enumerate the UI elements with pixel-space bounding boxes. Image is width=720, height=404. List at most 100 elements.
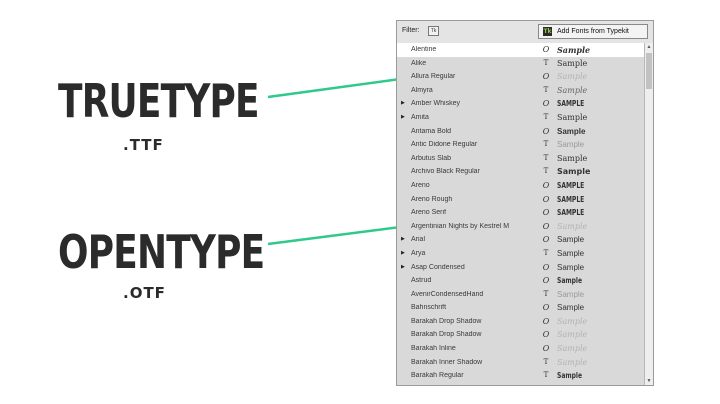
truetype-extension: .TTF (123, 136, 164, 154)
font-sample: Sample (557, 330, 588, 340)
filter-bar: Filter: Tk Tk Add Fonts from Typekit (397, 21, 653, 43)
opentype-icon: O (542, 180, 550, 190)
font-list-item[interactable]: AvenirCondensedHand T Sample (397, 288, 644, 302)
font-list-item[interactable]: Antama Bold O Sample (397, 125, 644, 139)
font-list-item[interactable]: Barakah Inner Shadow T Sample (397, 356, 644, 370)
expand-triangle-icon[interactable]: ▶ (401, 236, 405, 242)
add-fonts-from-typekit-button[interactable]: Tk Add Fonts from Typekit (538, 24, 648, 39)
expand-triangle-icon[interactable]: ▶ (401, 114, 405, 120)
font-sample: Sample (557, 72, 588, 82)
truetype-icon: T (543, 357, 549, 366)
font-list-item[interactable]: ▶ Arial O Sample (397, 233, 644, 247)
font-list-item[interactable]: Arbutus Slab T Sample (397, 152, 644, 166)
font-name: Arbutus Slab (411, 154, 452, 162)
opentype-icon: O (542, 235, 550, 245)
font-sample: Sample (557, 153, 588, 163)
font-name: Argentinian Nights by Kestrel M (411, 222, 510, 230)
font-name: Alentine (411, 46, 437, 53)
expand-triangle-icon[interactable]: ▶ (401, 264, 405, 270)
font-list-item[interactable]: Archivo Black Regular T Sample (397, 165, 644, 179)
expand-triangle-icon[interactable]: ▶ (401, 250, 405, 256)
font-list-item[interactable]: ▶ Amita T Sample (397, 111, 644, 125)
typekit-filter-button[interactable]: Tk (428, 26, 439, 36)
font-list-item[interactable]: Argentinian Nights by Kestrel M O Sample (397, 220, 644, 234)
font-list-item[interactable]: Alike T Sample (397, 57, 644, 71)
font-list-item[interactable]: Alentine O Sample (397, 43, 644, 57)
font-list-item[interactable]: Areno O SAMPLE (397, 179, 644, 193)
font-name: AvenirCondensedHand (411, 290, 484, 298)
font-sample: SAMPLE (557, 180, 585, 190)
font-list-item[interactable]: Areno Serif O SAMPLE (397, 206, 644, 220)
font-name: Areno Rough (411, 195, 453, 203)
truetype-icon: T (543, 371, 549, 380)
font-name: Barakah Inner Shadow (411, 358, 483, 366)
font-sample: Sample (557, 262, 585, 272)
font-sample: Sample (557, 45, 591, 55)
truetype-title: TRUETYPE (58, 74, 260, 128)
font-sample: Sample (557, 276, 583, 286)
opentype-icon: O (542, 276, 550, 286)
font-sample: Sample (557, 344, 588, 354)
font-sample: Sample (557, 85, 588, 95)
expand-triangle-icon[interactable]: ▶ (401, 100, 405, 106)
font-sample: SAMPLE (557, 99, 585, 109)
opentype-icon: O (542, 194, 550, 204)
font-sample: Sample (557, 140, 585, 150)
vertical-scrollbar[interactable]: ▲ ▼ (644, 43, 653, 385)
font-sample: Sample (557, 235, 585, 245)
font-name: Areno (411, 181, 430, 189)
font-name: Asap Condensed (411, 263, 465, 271)
font-list-item[interactable]: Astrud O Sample (397, 274, 644, 288)
font-list-item[interactable]: Barakah Inline O Sample (397, 342, 644, 356)
truetype-icon: T (543, 112, 549, 121)
font-name: Barakah Drop Shadow (411, 317, 482, 325)
opentype-extension: .OTF (123, 284, 166, 302)
font-name: Archivo Black Regular (411, 168, 480, 176)
font-name: Almyra (411, 86, 433, 94)
font-list-item[interactable]: Areno Rough O SAMPLE (397, 193, 644, 207)
font-name: Antama Bold (411, 127, 452, 135)
opentype-icon: O (542, 316, 550, 326)
font-name: Amita (411, 113, 429, 121)
font-list-item[interactable]: Allura Regular O Sample (397, 70, 644, 84)
font-name: Arial (411, 236, 426, 244)
font-name: Antic Didone Regular (411, 141, 478, 149)
truetype-icon: T (543, 58, 549, 67)
opentype-icon: O (542, 72, 550, 82)
font-list-item[interactable]: ▶ Amber Whiskey O SAMPLE (397, 97, 644, 111)
font-list-item[interactable]: Barakah Drop Shadow O Sample (397, 315, 644, 329)
font-list-item[interactable]: Barakah Drop Shadow O Sample (397, 328, 644, 342)
font-list-item[interactable]: ▶ Arya T Sample (397, 247, 644, 261)
font-sample: SAMPLE (557, 194, 585, 204)
opentype-icon: O (542, 344, 550, 354)
scroll-down-icon[interactable]: ▼ (646, 378, 652, 384)
truetype-icon: T (543, 153, 549, 162)
font-sample: Sample (557, 126, 586, 136)
font-name: Arya (411, 249, 426, 257)
font-sample: Sample (557, 248, 585, 258)
font-name: Barakah Drop Shadow (411, 331, 482, 339)
truetype-icon: T (543, 167, 549, 176)
font-list-item[interactable]: Bahnschrift O Sample (397, 301, 644, 315)
font-list-item[interactable]: Antic Didone Regular T Sample (397, 138, 644, 152)
truetype-icon: T (543, 248, 549, 257)
add-fonts-label: Add Fonts from Typekit (557, 28, 629, 35)
font-name: Bahnschrift (411, 304, 447, 312)
font-name: Astrud (411, 277, 432, 285)
typekit-icon: Tk (543, 27, 552, 36)
font-sample: Sample (557, 289, 585, 299)
truetype-icon: T (543, 140, 549, 149)
opentype-icon: O (542, 262, 550, 272)
opentype-icon: O (542, 126, 550, 136)
truetype-icon: T (543, 85, 549, 94)
font-sample: Sample (557, 58, 588, 68)
font-name: Barakah Regular (411, 372, 464, 380)
font-list-item[interactable]: ▶ Asap Condensed O Sample (397, 261, 644, 275)
font-list-item[interactable]: Barakah Regular T Sample (397, 369, 644, 383)
font-sample: Sample (557, 221, 588, 231)
scroll-thumb[interactable] (646, 53, 652, 89)
font-list-item[interactable]: Almyra T Sample (397, 84, 644, 98)
font-list-panel: Filter: Tk Tk Add Fonts from Typekit Ale… (396, 20, 654, 386)
scroll-up-icon[interactable]: ▲ (646, 44, 652, 50)
opentype-icon: O (542, 221, 550, 231)
